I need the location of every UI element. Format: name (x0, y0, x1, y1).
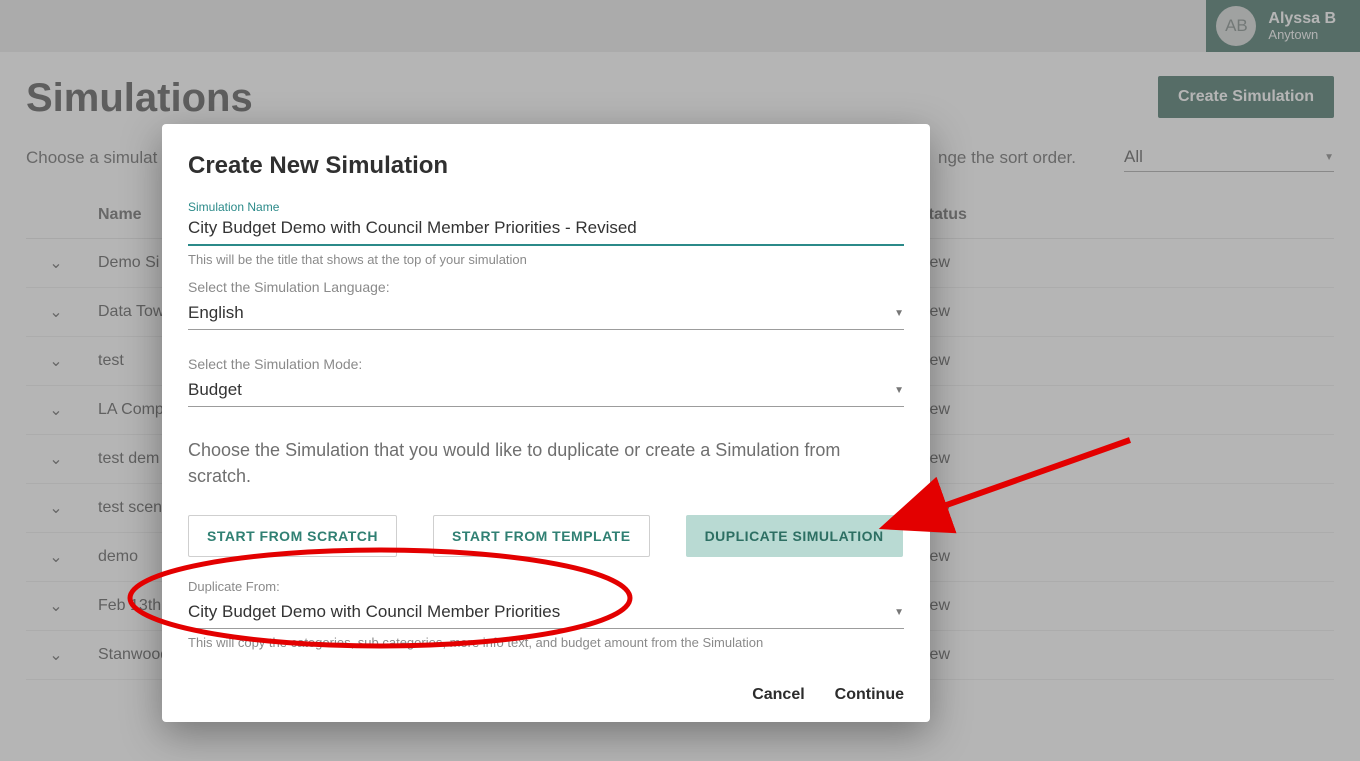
duplicate-from-select[interactable]: City Budget Demo with Council Member Pri… (188, 598, 904, 629)
simulation-name-helper: This will be the title that shows at the… (188, 252, 904, 267)
duplicate-simulation-button[interactable]: DUPLICATE SIMULATION (686, 515, 903, 557)
creation-mode-buttons: START FROM SCRATCH START FROM TEMPLATE D… (188, 515, 904, 557)
chevron-down-icon: ▼ (894, 308, 904, 319)
create-simulation-modal: Create New Simulation Simulation Name Th… (162, 124, 930, 722)
modal-title: Create New Simulation (188, 152, 904, 180)
cancel-button[interactable]: Cancel (752, 686, 804, 704)
duplicate-from-label: Duplicate From: (188, 579, 904, 594)
mode-value: Budget (188, 380, 242, 400)
chevron-down-icon: ▼ (894, 385, 904, 396)
simulation-name-input[interactable] (188, 214, 904, 246)
mode-select[interactable]: Budget ▼ (188, 376, 904, 407)
simulation-name-label: Simulation Name (188, 200, 904, 214)
duplicate-helper: This will copy the categories, sub categ… (188, 635, 904, 650)
modal-instruction: Choose the Simulation that you would lik… (188, 437, 904, 489)
language-label: Select the Simulation Language: (188, 279, 904, 295)
chevron-down-icon: ▼ (894, 607, 904, 618)
language-value: English (188, 303, 244, 323)
start-from-template-button[interactable]: START FROM TEMPLATE (433, 515, 650, 557)
start-from-scratch-button[interactable]: START FROM SCRATCH (188, 515, 397, 557)
mode-label: Select the Simulation Mode: (188, 356, 904, 372)
duplicate-from-value: City Budget Demo with Council Member Pri… (188, 602, 560, 622)
language-select[interactable]: English ▼ (188, 299, 904, 330)
continue-button[interactable]: Continue (835, 686, 904, 704)
